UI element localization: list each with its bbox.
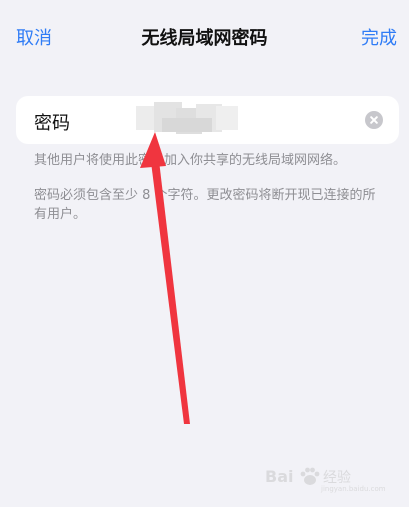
password-card: 密码: [16, 96, 399, 144]
password-hint-share: 其他用户将使用此密码加入你共享的无线局域网网络。: [34, 153, 347, 168]
clear-text-icon[interactable]: [365, 111, 383, 129]
done-button[interactable]: 完成: [361, 24, 397, 50]
watermark-subtitle: 经验: [323, 470, 351, 486]
password-hint-requirements: 密码必须包含至少 8 个字符。更改密码将断开现已连接的所有用户。: [34, 188, 376, 222]
red-arrow-annotation: [140, 132, 190, 424]
password-input[interactable]: [136, 106, 240, 134]
password-label: 密码: [34, 113, 70, 134]
page-title: 无线局域网密码: [141, 28, 268, 49]
navigation-bar: 取消 无线局域网密码 完成: [0, 0, 409, 70]
watermark-brand: Bai: [265, 467, 294, 486]
watermark-url: jingyan.baidu.com: [321, 485, 386, 493]
paw-icon: [300, 467, 320, 485]
baidu-watermark: Bai 经验 jingyan.baidu.com: [265, 461, 386, 497]
